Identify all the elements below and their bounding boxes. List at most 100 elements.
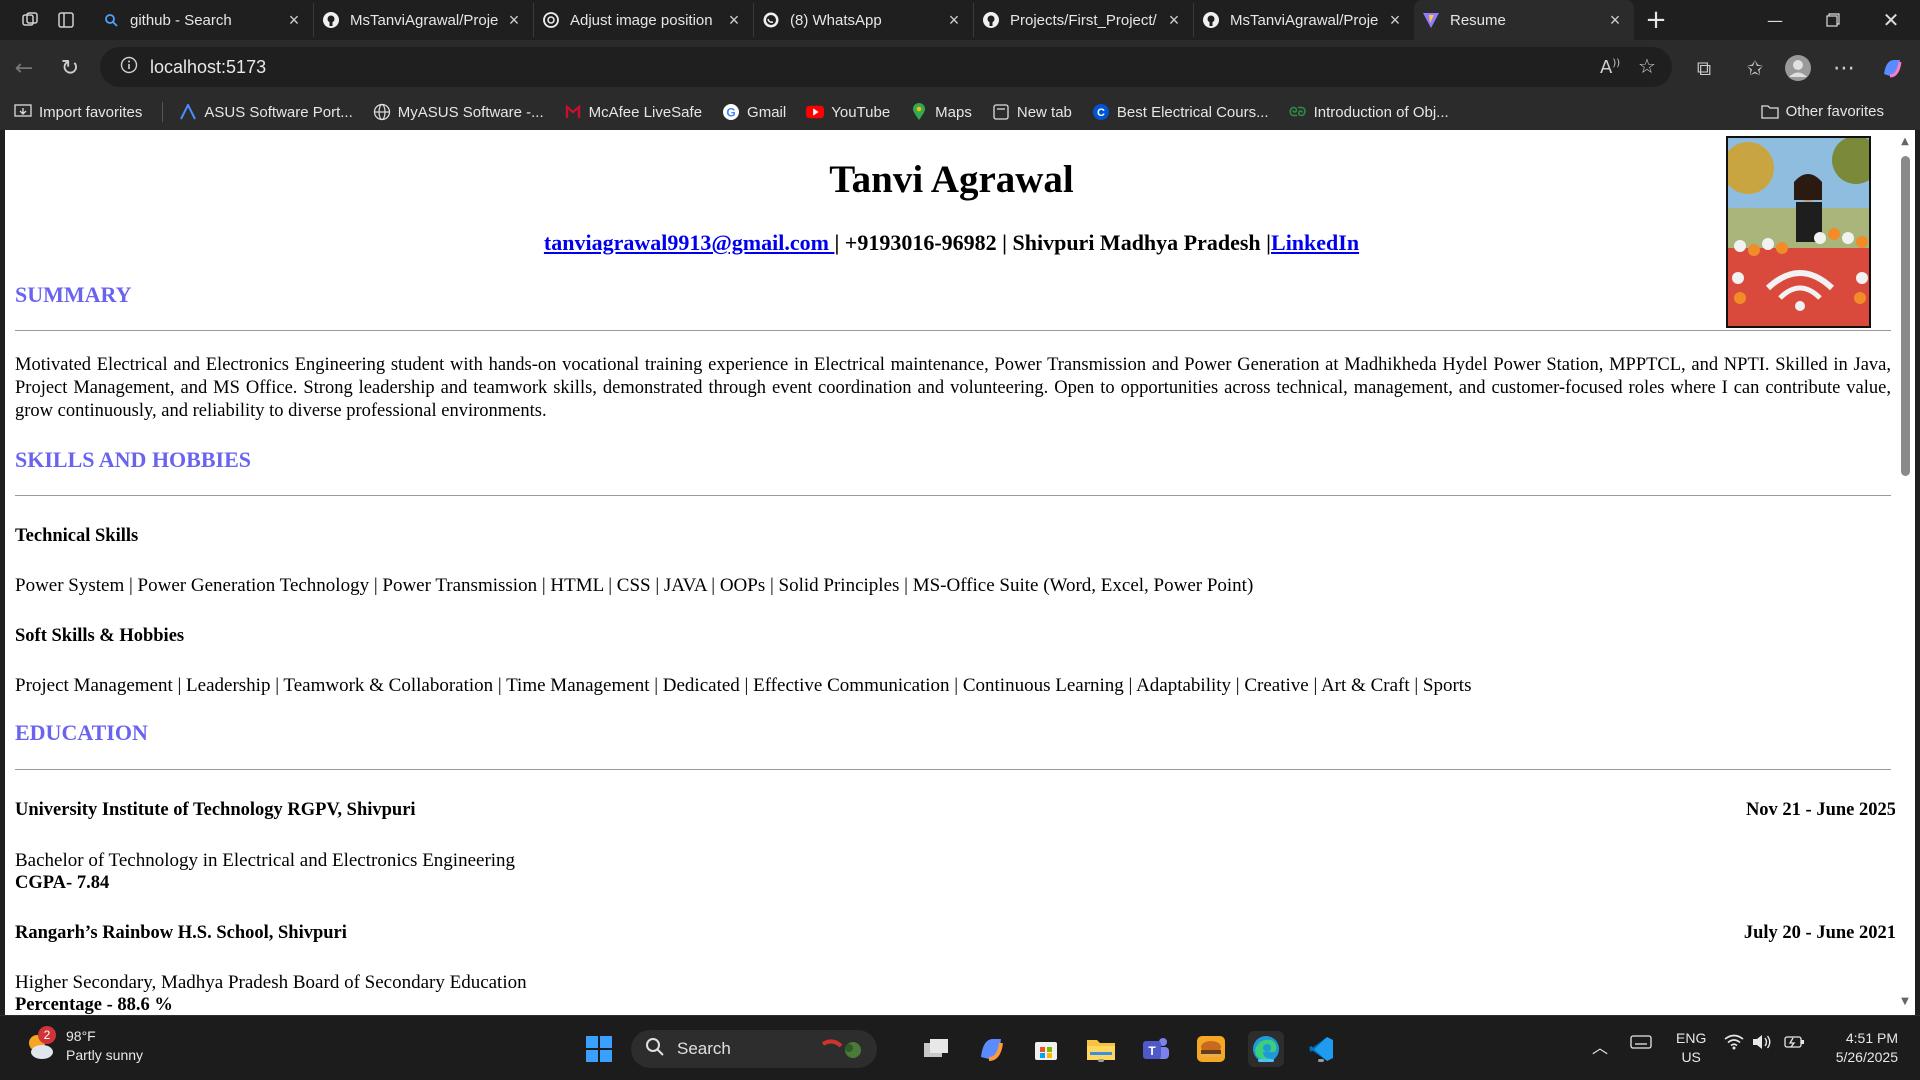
import-icon [14,103,32,121]
task-view-icon[interactable] [918,1031,954,1067]
back-icon[interactable]: ← [6,50,42,86]
bookmark-label: Best Electrical Cours... [1116,103,1269,121]
more-options-icon[interactable]: ⋯ [1826,50,1862,86]
tab-github-project[interactable]: Projects/First_Project/ × [974,3,1194,37]
clock[interactable]: 4:51 PM 5/26/2025 [1818,1029,1898,1067]
bookmark-maps[interactable]: Maps [910,103,972,121]
search-icon [102,11,120,29]
bookmark-new-tab[interactable]: New tab [992,103,1072,121]
svg-text:T: T [1148,1044,1156,1058]
search-label: Search [677,1039,731,1058]
file-explorer-icon[interactable] [1083,1031,1119,1067]
extensions-icon[interactable]: ⧉ [1686,50,1722,86]
close-icon[interactable]: × [1604,10,1626,31]
close-icon[interactable]: × [503,10,525,31]
scroll-thumb[interactable] [1901,156,1910,476]
gfg-icon: ᘓᘐ [1289,104,1307,119]
keyboard-icon[interactable] [1630,1034,1652,1055]
workspaces-icon[interactable] [12,0,48,40]
tab-chatgpt[interactable]: Adjust image position × [534,3,754,37]
favorites-icon[interactable]: ✩ [1737,50,1773,86]
whatsapp-icon [762,11,780,29]
close-icon[interactable]: × [723,10,745,31]
github-icon [322,11,340,29]
read-aloud-icon[interactable]: A)) [1600,57,1620,78]
newtab-icon [992,103,1010,121]
tab-github-repo[interactable]: MsTanviAgrawal/Proje × [314,3,534,37]
weather-widget[interactable]: 2 98°F Partly sunny [24,1026,143,1065]
youtube-icon [806,103,825,121]
bookmark-mcafee[interactable]: McAfee LiveSafe [564,103,702,121]
close-icon[interactable]: × [943,10,965,31]
section-divider [15,769,1891,770]
copilot-app-icon[interactable] [973,1031,1009,1067]
site-info-icon[interactable] [120,56,138,78]
tab-github-search[interactable]: github - Search × [94,3,314,37]
edge-icon[interactable] [1248,1031,1284,1067]
tab-whatsapp[interactable]: (8) WhatsApp × [754,3,974,37]
profile-photo [1726,136,1871,328]
new-tab-button[interactable]: + [1634,0,1678,40]
navigation-bar: ← ↻ localhost:5173 A)) ☆ ⧉ ✩ ⋯ [0,40,1920,94]
store-icon[interactable] [1028,1031,1064,1067]
vertical-tabs-icon[interactable] [48,0,84,40]
tab-github-repo-2[interactable]: MsTanviAgrawal/Proje × [1194,3,1414,37]
globe-icon [373,103,391,121]
bookmark-label: Gmail [747,103,787,121]
bookmark-label: Import favorites [39,103,143,121]
scroll-down-icon[interactable]: ▼ [1899,996,1911,1008]
close-icon[interactable]: × [283,10,305,31]
wifi-icon[interactable] [1724,1034,1744,1055]
bookmark-gmail[interactable]: G Gmail [722,103,786,121]
volume-icon[interactable] [1752,1034,1772,1055]
page-scrollbar[interactable]: ▲ ▼ [1895,130,1915,1015]
copilot-icon[interactable] [1874,50,1910,86]
bookmark-import-favorites[interactable]: Import favorites [14,103,142,121]
bookmark-asus[interactable]: ASUS Software Port... [179,103,353,121]
coursera-icon: C [1092,103,1110,121]
bookmark-coursera[interactable]: C Best Electrical Cours... [1092,103,1269,121]
language-indicator[interactable]: ENG US [1676,1029,1706,1067]
email-link[interactable]: tanviagrawal9913@gmail.com [544,230,835,255]
bookmark-label: ASUS Software Port... [204,103,353,121]
close-icon[interactable]: × [1384,10,1406,31]
vscode-icon[interactable] [1303,1031,1339,1067]
partly-sunny-icon: 2 [24,1026,56,1062]
favorite-star-icon[interactable]: ☆ [1638,54,1656,78]
bookmark-label: MyASUS Software -... [397,103,544,121]
technical-skills-list: Power System | Power Generation Technolo… [15,575,1254,596]
tab-strip: github - Search × MsTanviAgrawal/Proje ×… [0,0,1920,40]
technical-skills-title: Technical Skills [15,526,139,546]
show-hidden-icons[interactable]: ︿ [1592,1034,1608,1058]
scroll-up-icon[interactable]: ▲ [1899,136,1911,148]
linkedin-link[interactable]: LinkedIn [1271,230,1359,255]
battery-icon[interactable] [1784,1034,1806,1055]
food-app-icon[interactable] [1193,1031,1229,1067]
search-highlight-icon [819,1036,863,1067]
start-icon[interactable] [581,1031,617,1067]
refresh-icon[interactable]: ↻ [52,50,88,86]
summary-text: Motivated Electrical and Electronics Eng… [15,355,1891,421]
tab-title: (8) WhatsApp [790,11,882,29]
open-indicator [1098,1059,1104,1062]
close-icon[interactable]: × [1163,10,1185,31]
address-bar[interactable]: localhost:5173 A)) ☆ [100,47,1672,87]
folder-icon [1760,102,1779,120]
tab-title: Resume [1450,11,1506,29]
teams-icon[interactable]: T [1138,1031,1174,1067]
tab-resume[interactable]: Resume × [1414,0,1634,40]
other-favorites[interactable]: Other favorites [1760,102,1884,120]
asus-icon [179,103,197,121]
bookmark-myasus[interactable]: MyASUS Software -... [373,103,544,121]
minimize-icon[interactable]: — [1746,0,1804,40]
taskbar-search[interactable]: Search [631,1030,877,1068]
mcafee-icon [564,103,582,121]
svg-text:G: G [726,106,735,120]
bookmark-gfg[interactable]: ᘓᘐ Introduction of Obj... [1289,103,1449,121]
close-window-icon[interactable]: ✕ [1862,0,1920,40]
education-degree: Bachelor of Technology in Electrical and… [15,850,516,871]
bookmark-label: Maps [935,103,972,121]
restore-icon[interactable] [1804,0,1862,40]
bookmark-youtube[interactable]: YouTube [806,103,890,121]
profile-avatar[interactable] [1780,50,1816,86]
